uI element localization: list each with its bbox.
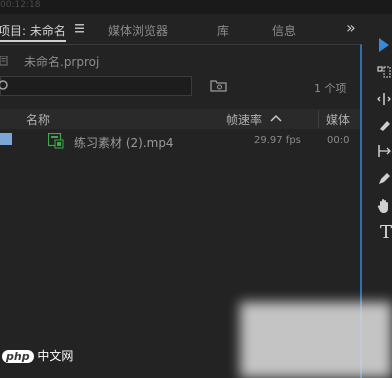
new-search-bin-icon[interactable] xyxy=(210,79,227,92)
watermark-logo: php 中文网 xyxy=(2,347,73,364)
timecode: 00:12:18 xyxy=(0,0,41,10)
column-header-media-start[interactable]: 媒体 xyxy=(326,111,350,128)
column-header-frame-rate[interactable]: 帧速率 xyxy=(226,111,262,128)
column-divider xyxy=(318,110,319,128)
tabs-overflow-button[interactable]: » xyxy=(346,18,356,37)
watermark-text: 中文网 xyxy=(37,349,74,363)
track-select-tool-icon[interactable] xyxy=(377,66,391,78)
project-file-icon xyxy=(0,56,8,66)
file-frame-rate: 29.97 fps xyxy=(254,135,301,146)
tab-project[interactable]: 项目: 未命名 xyxy=(0,22,66,42)
search-icon xyxy=(0,80,8,90)
file-media-start: 00:0 xyxy=(327,135,350,146)
selection-tool-icon[interactable] xyxy=(377,37,391,53)
search-input[interactable] xyxy=(0,76,192,96)
label-color-swatch xyxy=(0,133,12,145)
type-tool-icon[interactable]: T xyxy=(380,222,392,243)
tab-media-browser[interactable]: 媒体浏览器 xyxy=(108,22,168,39)
watermark-blur xyxy=(240,302,392,378)
file-name[interactable]: 练习素材 (2).mp4 xyxy=(74,134,174,151)
tab-library[interactable]: 库 xyxy=(217,22,229,39)
ripple-edit-tool-icon[interactable] xyxy=(377,92,391,106)
tab-info[interactable]: 信息 xyxy=(272,22,296,39)
column-header-row xyxy=(0,109,360,129)
panel-menu-icon[interactable] xyxy=(75,22,85,34)
video-clip-icon xyxy=(48,133,64,149)
sort-ascending-icon[interactable] xyxy=(270,114,282,122)
hand-tool-icon[interactable] xyxy=(377,198,391,214)
razor-tool-icon[interactable] xyxy=(377,118,391,132)
pen-tool-icon[interactable] xyxy=(377,172,391,186)
top-strip xyxy=(0,0,392,14)
project-file-name: 未命名.prproj xyxy=(24,55,100,69)
slip-tool-icon[interactable] xyxy=(377,144,391,158)
item-count: 1 个项 xyxy=(314,82,347,95)
column-header-name[interactable]: 名称 xyxy=(26,111,50,128)
watermark-badge: php xyxy=(2,350,34,363)
